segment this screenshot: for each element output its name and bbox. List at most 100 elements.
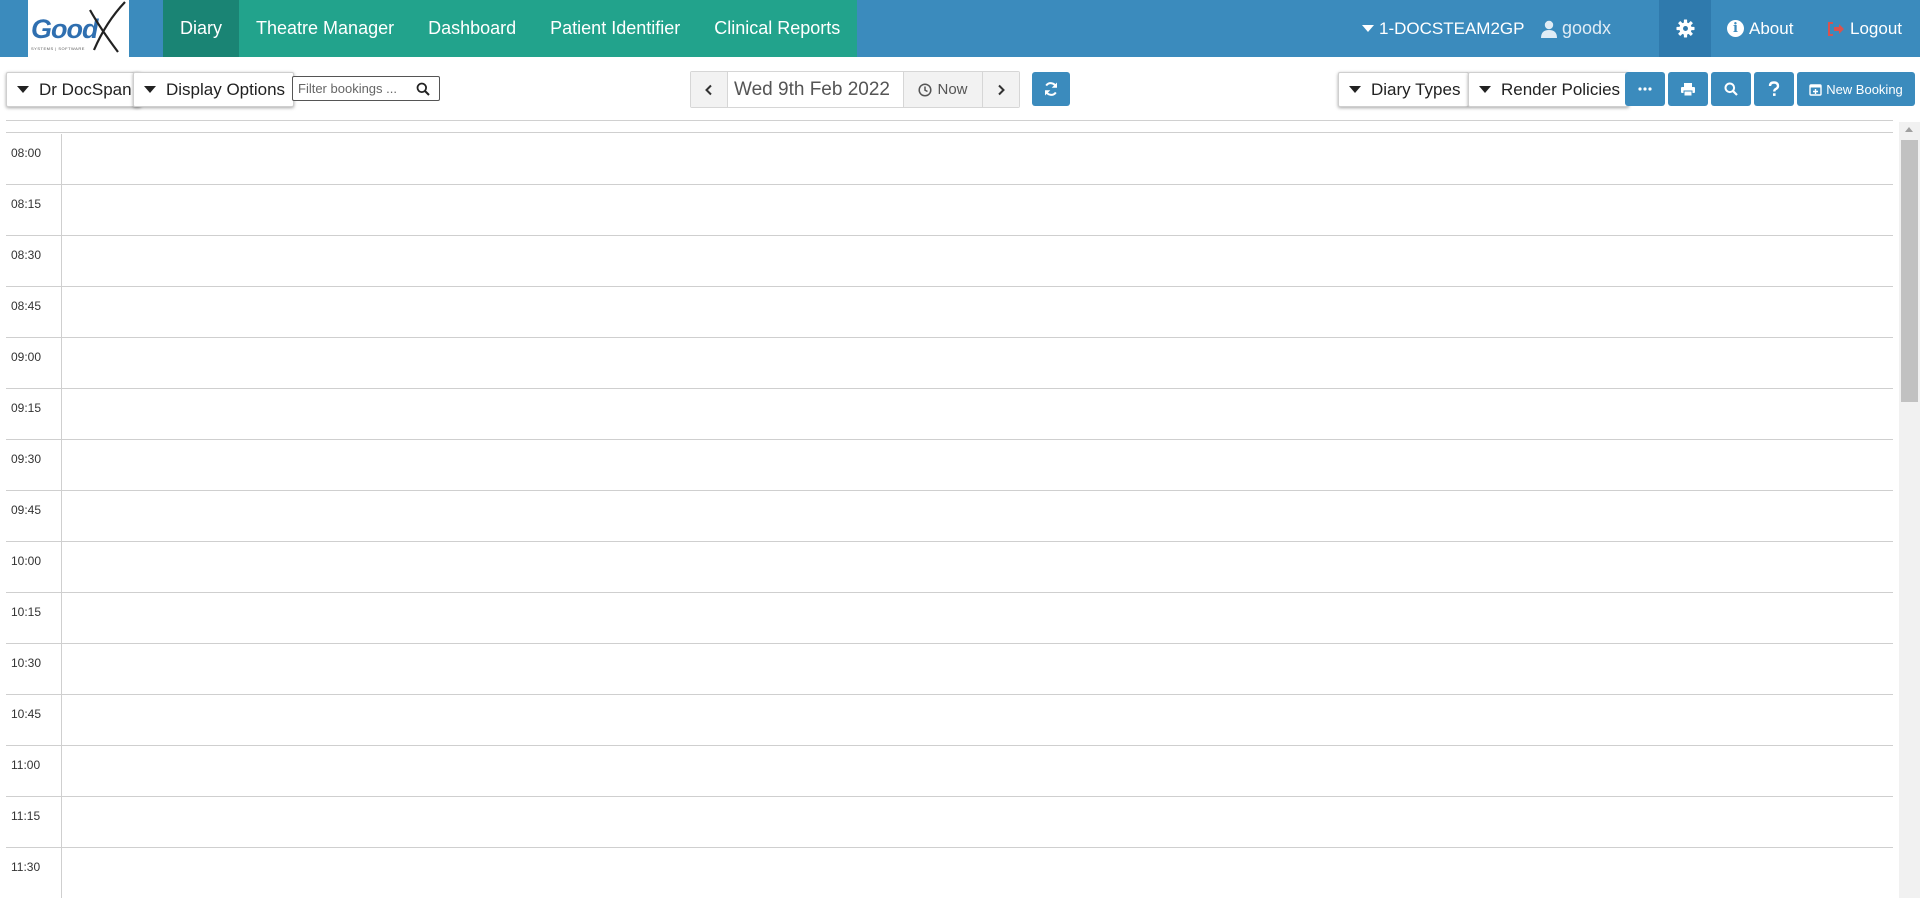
render-policies-dropdown[interactable]: Render Policies bbox=[1468, 72, 1630, 107]
print-icon bbox=[1681, 82, 1695, 96]
booking-cell[interactable] bbox=[61, 695, 1893, 745]
booking-cell[interactable] bbox=[61, 797, 1893, 847]
caret-down-icon bbox=[1349, 86, 1361, 93]
new-booking-label: New Booking bbox=[1826, 81, 1903, 97]
practice-label: 1-DOCSTEAM2GP bbox=[1379, 18, 1525, 38]
next-day-button[interactable] bbox=[983, 72, 1019, 107]
display-options-label: Display Options bbox=[166, 79, 286, 99]
time-slot-row[interactable]: 11:15 bbox=[6, 797, 1893, 848]
user-icon bbox=[1541, 20, 1557, 38]
time-slot-row[interactable]: 08:15 bbox=[6, 185, 1893, 236]
time-slot-label: 08:00 bbox=[11, 146, 42, 160]
diary-grid: 08:00 08:15 08:30 08:45 09:00 09:15 09:30 09:45… bbox=[6, 120, 1893, 898]
settings-button[interactable] bbox=[1659, 0, 1711, 57]
new-booking-button[interactable]: New Booking bbox=[1797, 72, 1915, 106]
doctor-dropdown[interactable]: Dr DocSpan bbox=[6, 72, 141, 107]
scroll-up-arrow-icon[interactable] bbox=[1905, 127, 1913, 132]
question-icon bbox=[1768, 81, 1780, 96]
doctor-label: Dr DocSpan bbox=[39, 79, 132, 99]
about-label: About bbox=[1749, 18, 1794, 38]
booking-cell[interactable] bbox=[61, 848, 1893, 898]
time-slot-row[interactable]: 09:45 bbox=[6, 491, 1893, 542]
time-slot-row[interactable]: 08:45 bbox=[6, 287, 1893, 338]
booking-cell[interactable] bbox=[61, 287, 1893, 337]
scroll-thumb[interactable] bbox=[1901, 140, 1918, 402]
time-slot-row[interactable]: 09:15 bbox=[6, 389, 1893, 440]
clock-icon bbox=[918, 82, 933, 97]
booking-cell[interactable] bbox=[61, 593, 1893, 643]
booking-cell[interactable] bbox=[61, 134, 1893, 184]
time-slot-row[interactable]: 09:30 bbox=[6, 440, 1893, 491]
tab-patient-identifier[interactable]: Patient Identifier bbox=[533, 0, 697, 57]
info-icon: i bbox=[1727, 20, 1744, 37]
booking-cell[interactable] bbox=[61, 440, 1893, 490]
time-slot-label: 10:30 bbox=[11, 656, 42, 670]
search-icon[interactable] bbox=[416, 82, 430, 96]
current-date[interactable]: Wed 9th Feb 2022 bbox=[727, 72, 904, 107]
time-slot-label: 09:15 bbox=[11, 401, 42, 415]
booking-cell[interactable] bbox=[61, 185, 1893, 235]
filter-bookings-box bbox=[292, 76, 440, 101]
display-options-dropdown[interactable]: Display Options bbox=[133, 72, 295, 107]
print-button[interactable] bbox=[1668, 72, 1708, 106]
time-slot-row[interactable]: 11:00 bbox=[6, 746, 1893, 797]
time-slot-row[interactable]: 10:45 bbox=[6, 695, 1893, 746]
practice-dropdown[interactable]: 1-DOCSTEAM2GP bbox=[1362, 0, 1524, 57]
time-slot-label: 08:45 bbox=[11, 299, 42, 313]
goodx-logo[interactable]: Good SYSTEMS | SOFTWARE bbox=[28, 0, 129, 57]
logout-label: Logout bbox=[1850, 18, 1902, 38]
caret-down-icon bbox=[1479, 86, 1491, 93]
time-slot-row[interactable]: 10:15 bbox=[6, 593, 1893, 644]
booking-cell[interactable] bbox=[61, 338, 1893, 388]
diary-scrollbar[interactable] bbox=[1899, 122, 1920, 898]
tab-dashboard[interactable]: Dashboard bbox=[411, 0, 533, 57]
booking-cell[interactable] bbox=[61, 542, 1893, 592]
time-slot-label: 09:30 bbox=[11, 452, 42, 466]
tab-theatre-manager[interactable]: Theatre Manager bbox=[239, 0, 411, 57]
calendar-plus-icon bbox=[1809, 83, 1822, 96]
search-button[interactable] bbox=[1711, 72, 1751, 106]
now-label: Now bbox=[937, 81, 968, 98]
booking-cell[interactable] bbox=[61, 236, 1893, 286]
time-slot-row[interactable]: 08:00 bbox=[6, 134, 1893, 185]
main-nav-tabs: Diary Theatre Manager Dashboard Patient … bbox=[163, 0, 858, 57]
time-slot-row[interactable]: 08:30 bbox=[6, 236, 1893, 287]
time-slot-row[interactable]: 09:00 bbox=[6, 338, 1893, 389]
refresh-button[interactable] bbox=[1032, 72, 1070, 106]
time-slot-row[interactable]: 10:00 bbox=[6, 542, 1893, 593]
time-slot-row[interactable]: 11:30 bbox=[6, 848, 1893, 898]
filter-bookings-input[interactable] bbox=[298, 81, 416, 96]
chevron-left-icon bbox=[705, 84, 712, 95]
sign-out-icon bbox=[1828, 21, 1844, 36]
user-menu[interactable]: goodx bbox=[1540, 0, 1611, 57]
top-navbar: Good SYSTEMS | SOFTWARE Diary Theatre Ma… bbox=[0, 0, 1920, 57]
date-navigator: Wed 9th Feb 2022 Now bbox=[690, 71, 1020, 108]
time-slot-row[interactable]: 10:30 bbox=[6, 644, 1893, 695]
tab-diary[interactable]: Diary bbox=[163, 0, 240, 57]
booking-cell[interactable] bbox=[61, 746, 1893, 796]
time-slot-label: 10:45 bbox=[11, 707, 42, 721]
logout-link[interactable]: Logout bbox=[1827, 0, 1902, 57]
caret-down-icon bbox=[144, 86, 156, 93]
time-slot-label: 09:45 bbox=[11, 503, 42, 517]
search-icon bbox=[1724, 82, 1738, 96]
ellipsis-icon bbox=[1638, 87, 1652, 91]
time-slot-label: 10:00 bbox=[11, 554, 42, 568]
time-slot-label: 09:00 bbox=[11, 350, 42, 364]
booking-cell[interactable] bbox=[61, 389, 1893, 439]
help-button[interactable] bbox=[1754, 72, 1794, 106]
more-options-button[interactable] bbox=[1625, 72, 1665, 106]
diary-types-dropdown[interactable]: Diary Types bbox=[1338, 72, 1470, 107]
now-button[interactable]: Now bbox=[904, 72, 983, 107]
time-slot-label: 11:15 bbox=[11, 809, 41, 823]
refresh-icon bbox=[1045, 82, 1057, 96]
tab-clinical-reports[interactable]: Clinical Reports bbox=[697, 0, 857, 57]
time-slot-label: 11:30 bbox=[11, 860, 41, 874]
time-slot-label: 11:00 bbox=[11, 758, 41, 772]
booking-cell[interactable] bbox=[61, 491, 1893, 541]
render-policies-label: Render Policies bbox=[1501, 79, 1621, 99]
booking-cell[interactable] bbox=[61, 644, 1893, 694]
previous-day-button[interactable] bbox=[691, 72, 727, 107]
about-link[interactable]: i About bbox=[1727, 0, 1793, 57]
time-slot-label: 08:15 bbox=[11, 197, 42, 211]
